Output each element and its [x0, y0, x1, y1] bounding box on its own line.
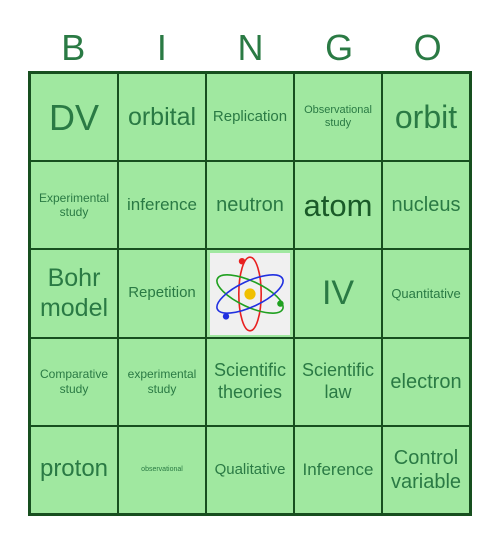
bingo-cell[interactable]: Quantitative — [382, 249, 470, 338]
bingo-cell[interactable]: Replication — [206, 73, 294, 162]
bingo-cell[interactable]: experimental study — [118, 337, 206, 426]
bingo-cell[interactable]: neutron — [206, 161, 294, 250]
bingo-cell[interactable]: Observational study — [294, 73, 382, 162]
bingo-cell[interactable]: Scientific law — [294, 337, 382, 426]
bingo-cell[interactable]: Qualitative — [206, 425, 294, 514]
bingo-cell[interactable]: Experimental study — [30, 161, 118, 250]
atom-icon — [210, 252, 290, 335]
bingo-header: B I N G O — [29, 28, 472, 68]
bingo-cell[interactable]: Bohr model — [30, 249, 118, 338]
free-space-cell[interactable] — [206, 249, 294, 338]
bingo-cell[interactable]: IV — [294, 249, 382, 338]
bingo-cell[interactable]: Comparative study — [30, 337, 118, 426]
bingo-cell[interactable]: electron — [382, 337, 470, 426]
header-letter: B — [61, 27, 86, 68]
bingo-card: DV orbital Replication Observational stu… — [28, 71, 472, 516]
bingo-cell[interactable]: Inference — [294, 425, 382, 514]
bingo-cell[interactable]: atom — [294, 161, 382, 250]
bingo-cell[interactable]: orbit — [382, 73, 470, 162]
bingo-cell[interactable]: observational — [118, 425, 206, 514]
bingo-cell[interactable]: proton — [30, 425, 118, 514]
bingo-cell[interactable]: Control variable — [382, 425, 470, 514]
header-letter: I — [156, 27, 167, 68]
header-letter: N — [237, 27, 264, 68]
header-letter: G — [325, 27, 354, 68]
bingo-cell[interactable]: orbital — [118, 73, 206, 162]
bingo-cell[interactable]: Scientific theories — [206, 337, 294, 426]
bingo-cell[interactable]: DV — [30, 73, 118, 162]
bingo-cell[interactable]: nucleus — [382, 161, 470, 250]
header-letter: O — [413, 27, 442, 68]
bingo-cell[interactable]: Repetition — [118, 249, 206, 338]
bingo-cell[interactable]: inference — [118, 161, 206, 250]
